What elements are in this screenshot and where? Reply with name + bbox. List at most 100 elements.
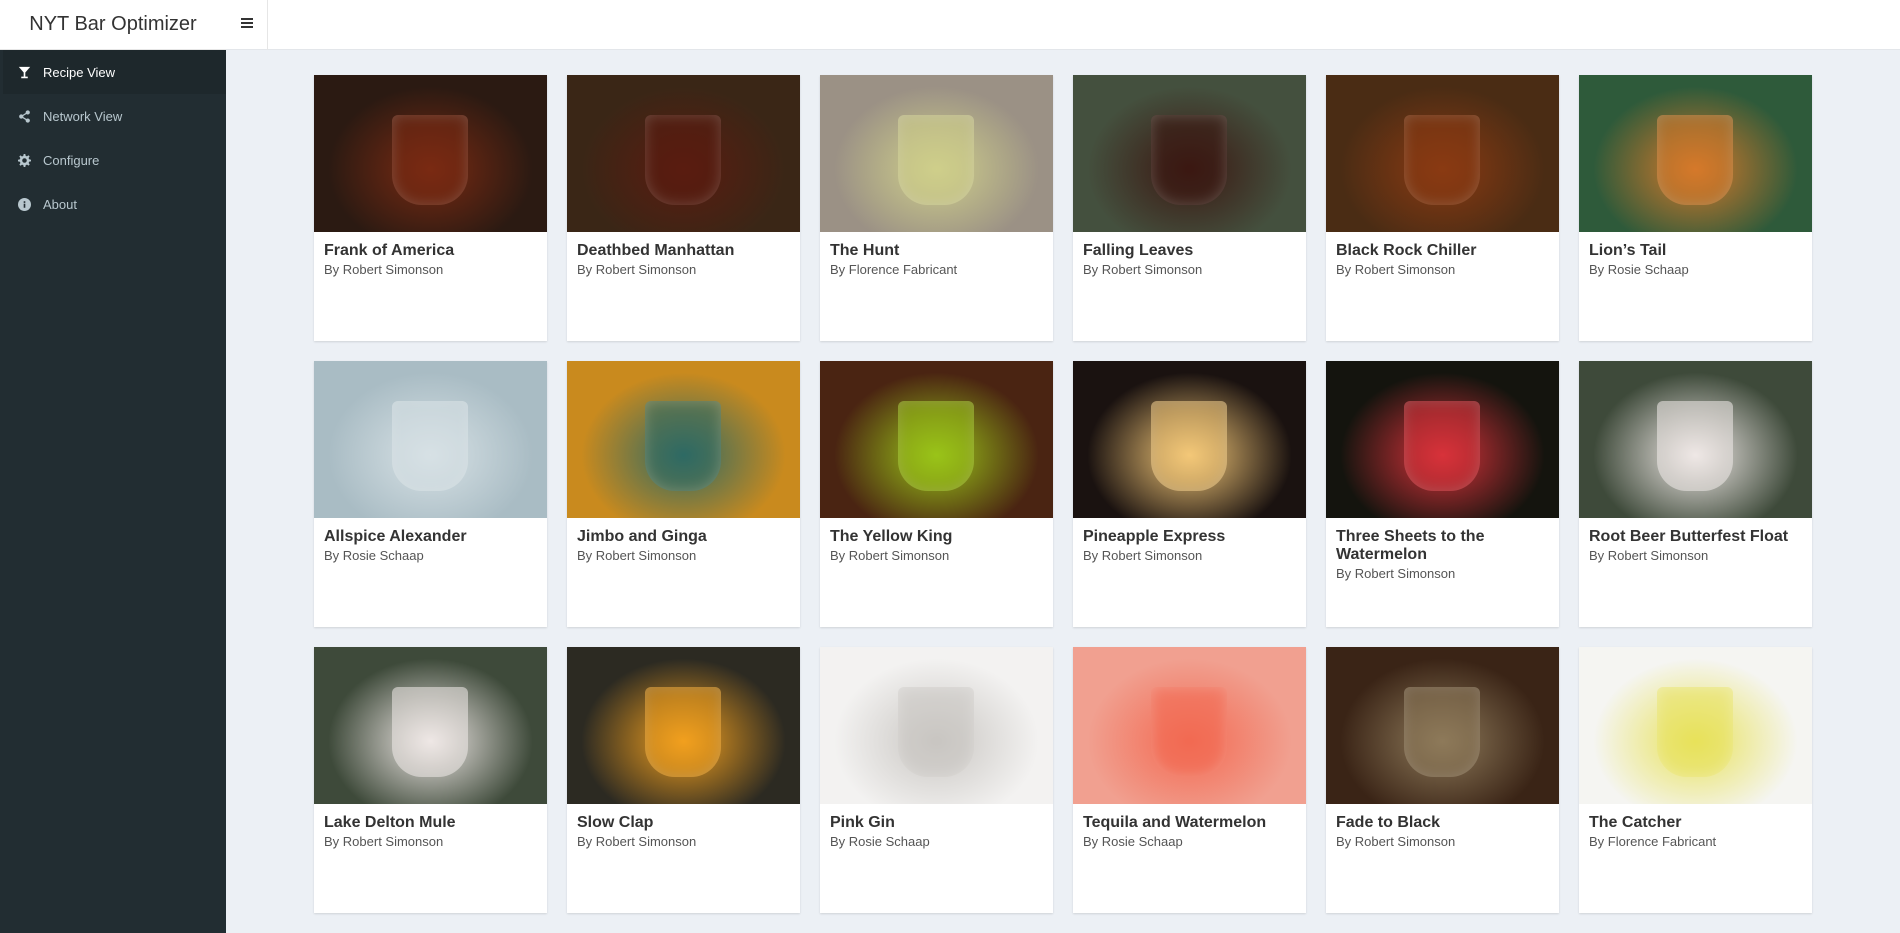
recipe-card-body: Pink Gin By Rosie Schaap [820,804,1053,851]
recipe-photo[interactable] [567,647,800,804]
recipe-card[interactable]: Fade to Black By Robert Simonson [1326,647,1559,913]
recipe-title[interactable]: Jimbo and Ginga [577,528,790,546]
main-content: Frank of America By Robert Simonson Deathb… [226,50,1900,933]
recipe-title[interactable]: Tequila and Watermelon [1083,814,1296,832]
recipe-photo[interactable] [314,75,547,232]
recipe-card[interactable]: Pink Gin By Rosie Schaap [820,647,1053,913]
sidebar-toggle-button[interactable] [226,0,268,50]
share-network-icon [17,109,31,123]
sidebar-item-label: Configure [43,152,100,168]
recipe-card[interactable]: The Catcher By Florence Fabricant [1579,647,1812,913]
recipe-photo[interactable] [567,361,800,518]
recipe-author: By Robert Simonson [1083,548,1203,563]
sidebar: NYT Bar Optimizer Recipe View Network Vi… [0,0,226,933]
recipe-author: By Robert Simonson [324,262,444,277]
recipe-title[interactable]: Allspice Alexander [324,528,537,546]
recipe-photo[interactable] [1073,361,1306,518]
recipe-title[interactable]: Pineapple Express [1083,528,1296,546]
sidebar-menu: Recipe View Network View Configure About [0,50,226,226]
recipe-photo[interactable] [820,647,1053,804]
sidebar-item-configure[interactable]: Configure [0,138,226,182]
recipe-title[interactable]: Pink Gin [830,814,1043,832]
recipe-card[interactable]: Jimbo and Ginga By Robert Simonson [567,361,800,627]
recipe-photo[interactable] [1073,75,1306,232]
recipe-card-body: The Hunt By Florence Fabricant [820,232,1053,279]
recipe-card[interactable]: The Yellow King By Robert Simonson [820,361,1053,627]
recipe-title[interactable]: The Catcher [1589,814,1802,832]
recipe-card[interactable]: Tequila and Watermelon By Rosie Schaap [1073,647,1306,913]
recipe-title[interactable]: Slow Clap [577,814,790,832]
recipe-card-body: Slow Clap By Robert Simonson [567,804,800,851]
recipe-author: By Rosie Schaap [324,548,424,563]
sidebar-item-recipe-view[interactable]: Recipe View [0,50,226,94]
recipe-card-body: Three Sheets to the Watermelon By Robert … [1326,518,1559,583]
app-title[interactable]: NYT Bar Optimizer [0,0,226,50]
recipe-title[interactable]: Frank of America [324,242,537,260]
recipe-card[interactable]: Pineapple Express By Robert Simonson [1073,361,1306,627]
recipe-photo[interactable] [1326,647,1559,804]
recipe-photo[interactable] [820,361,1053,518]
recipe-photo[interactable] [820,75,1053,232]
cocktail-glass-shape [392,401,468,491]
recipe-author: By Robert Simonson [1083,262,1203,277]
cocktail-glass-shape [392,687,468,777]
recipe-author: By Robert Simonson [324,834,444,849]
recipe-title[interactable]: Black Rock Chiller [1336,242,1549,260]
recipe-photo[interactable] [1073,647,1306,804]
recipe-card[interactable]: Root Beer Butterfest Float By Robert Simo… [1579,361,1812,627]
recipe-photo[interactable] [1579,647,1812,804]
cocktail-glass-shape [1151,687,1227,777]
sidebar-item-label: About [43,196,77,212]
cocktail-glass-shape [1404,115,1480,205]
recipe-card[interactable]: Lake Delton Mule By Robert Simonson [314,647,547,913]
recipe-title[interactable]: Fade to Black [1336,814,1549,832]
recipe-title[interactable]: The Hunt [830,242,1043,260]
recipe-title[interactable]: Lake Delton Mule [324,814,537,832]
recipe-photo[interactable] [314,361,547,518]
hamburger-menu-icon [240,16,253,34]
recipe-author: By Rosie Schaap [1083,834,1183,849]
recipe-title[interactable]: The Yellow King [830,528,1043,546]
recipe-card[interactable]: Deathbed Manhattan By Robert Simonson [567,75,800,341]
recipe-card[interactable]: Frank of America By Robert Simonson [314,75,547,341]
recipe-card-body: Fade to Black By Robert Simonson [1326,804,1559,851]
recipe-author: By Robert Simonson [577,548,697,563]
recipe-photo[interactable] [314,647,547,804]
recipe-card[interactable]: Slow Clap By Robert Simonson [567,647,800,913]
cocktail-glass-shape [1404,401,1480,491]
recipe-title[interactable]: Lion’s Tail [1589,242,1802,260]
cocktail-glass-shape [898,401,974,491]
recipe-card[interactable]: Lion’s Tail By Rosie Schaap [1579,75,1812,341]
recipe-title[interactable]: Deathbed Manhattan [577,242,790,260]
recipe-author: By Robert Simonson [1336,566,1456,581]
recipe-card[interactable]: Falling Leaves By Robert Simonson [1073,75,1306,341]
recipe-card[interactable]: The Hunt By Florence Fabricant [820,75,1053,341]
recipe-card-body: Root Beer Butterfest Float By Robert Simo… [1579,518,1812,565]
recipe-card[interactable]: Allspice Alexander By Rosie Schaap [314,361,547,627]
recipe-photo[interactable] [1579,361,1812,518]
cocktail-glass-shape [1657,687,1733,777]
sidebar-item-network-view[interactable]: Network View [0,94,226,138]
info-circle-icon [17,197,31,211]
recipe-card-body: Pineapple Express By Robert Simonson [1073,518,1306,565]
recipe-photo[interactable] [1579,75,1812,232]
recipe-photo[interactable] [567,75,800,232]
cocktail-glass-shape [1404,687,1480,777]
top-navbar [226,0,1900,50]
cocktail-glass-shape [1151,115,1227,205]
recipe-card-body: Jimbo and Ginga By Robert Simonson [567,518,800,565]
cocktail-glass-shape [645,687,721,777]
sidebar-item-about[interactable]: About [0,182,226,226]
sidebar-item-label: Recipe View [43,64,116,80]
recipe-photo[interactable] [1326,75,1559,232]
recipe-photo[interactable] [1326,361,1559,518]
recipe-card[interactable]: Three Sheets to the Watermelon By Robert … [1326,361,1559,627]
recipe-author: By Robert Simonson [1336,834,1456,849]
recipe-card[interactable]: Black Rock Chiller By Robert Simonson [1326,75,1559,341]
recipe-title[interactable]: Falling Leaves [1083,242,1296,260]
cocktail-glass-shape [1657,401,1733,491]
recipe-title[interactable]: Three Sheets to the Watermelon [1336,528,1549,564]
cocktail-glass-shape [898,687,974,777]
recipe-card-body: Frank of America By Robert Simonson [314,232,547,279]
recipe-title[interactable]: Root Beer Butterfest Float [1589,528,1802,546]
